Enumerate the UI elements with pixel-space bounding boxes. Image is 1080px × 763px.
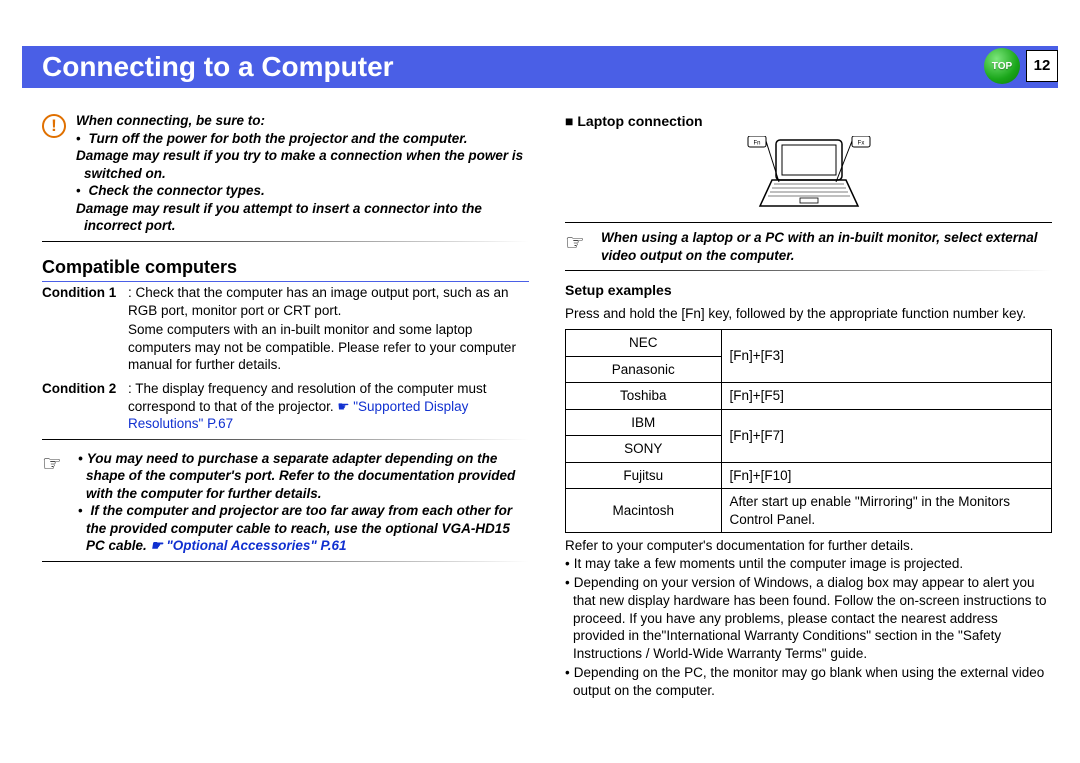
tip-item-1: You may need to purchase a separate adap… [86,450,529,503]
page-title: Connecting to a Computer [42,49,394,85]
caution-item-1: Turn off the power for both the projecto… [84,130,529,183]
setup-after: Refer to your computer's documentation f… [565,537,1052,555]
hand-point-icon: ☞ [42,450,70,555]
note-1: It may take a few moments until the comp… [573,555,1052,573]
page-number-box: 12 [1026,50,1058,82]
top-button[interactable]: TOP [984,48,1020,84]
compatible-heading: Compatible computers [42,256,529,282]
square-bullet-icon: ■ [565,113,577,129]
tip2-text: When using a laptop or a PC with an in-b… [601,229,1052,264]
brand-cell: Panasonic [566,356,722,383]
brand-cell: SONY [566,436,722,463]
condition-2: Condition 2 : The display frequency and … [42,380,529,433]
svg-text:Fn: Fn [753,141,760,147]
note-2: Depending on your version of Windows, a … [573,574,1052,662]
brand-cell: IBM [566,409,722,436]
condition-2-label: Condition 2 [42,380,128,433]
divider [42,241,529,242]
setup-table: NEC [Fn]+[F3] Panasonic Toshiba [Fn]+[F5… [565,329,1052,533]
pointer-icon: ☛ [151,538,167,553]
laptop-icon: Fn Fx [744,136,874,214]
caution-body: When connecting, be sure to: Turn off th… [76,112,529,235]
divider [42,561,529,562]
laptop-figure: Fn Fx [565,136,1052,214]
condition-1-body: : Check that the computer has an image o… [128,284,529,374]
tip-box-1: ☞ You may need to purchase a separate ad… [42,450,529,555]
pointer-icon: ☛ [337,399,353,414]
right-column: ■ Laptop connection Fn Fx [565,112,1052,743]
hand-point-icon: ☞ [565,229,593,264]
note-3: Depending on the PC, the monitor may go … [573,664,1052,699]
top-button-label: TOP [992,60,1012,73]
condition-1: Condition 1 : Check that the computer ha… [42,284,529,374]
setup-heading: Setup examples [565,281,1052,299]
key-cell: After start up enable "Mirroring" in the… [721,489,1051,533]
tip-box-2: ☞ When using a laptop or a PC with an in… [565,229,1052,264]
brand-cell: Toshiba [566,383,722,410]
table-row: Toshiba [Fn]+[F5] [566,383,1052,410]
condition-2-body: : The display frequency and resolution o… [128,380,529,433]
table-row: IBM [Fn]+[F7] [566,409,1052,436]
table-row: Macintosh After start up enable "Mirrori… [566,489,1052,533]
brand-cell: Macintosh [566,489,722,533]
divider [42,439,529,440]
tip-list: You may need to purchase a separate adap… [78,450,529,555]
left-column: ! When connecting, be sure to: Turn off … [42,112,529,743]
key-cell: [Fn]+[F7] [721,409,1051,462]
key-cell: [Fn]+[F5] [721,383,1051,410]
caution-list: Turn off the power for both the projecto… [76,130,529,235]
key-cell: [Fn]+[F3] [721,330,1051,383]
caution-box: ! When connecting, be sure to: Turn off … [42,112,529,235]
setup-notes: It may take a few moments until the comp… [565,555,1052,699]
caution-heading: When connecting, be sure to: [76,112,529,130]
caution-item-2: Check the connector types. Damage may re… [84,182,529,235]
tip-body: You may need to purchase a separate adap… [78,450,529,555]
svg-text:Fx: Fx [857,141,864,147]
optional-accessories-link[interactable]: "Optional Accessories" P.61 [166,538,346,553]
caution-icon: ! [42,114,66,138]
brand-cell: NEC [566,330,722,357]
divider [565,270,1052,271]
tip-item-2: If the computer and projector are too fa… [86,502,529,555]
page-number: 12 [1034,56,1051,76]
laptop-heading: ■ Laptop connection [565,112,1052,130]
divider [565,222,1052,223]
setup-intro: Press and hold the [Fn] key, followed by… [565,305,1052,323]
key-cell: [Fn]+[F10] [721,462,1051,489]
table-row: NEC [Fn]+[F3] [566,330,1052,357]
content-columns: ! When connecting, be sure to: Turn off … [42,112,1052,743]
title-bar: Connecting to a Computer [22,46,1058,88]
table-row: Fujitsu [Fn]+[F10] [566,462,1052,489]
condition-1-label: Condition 1 [42,284,128,374]
brand-cell: Fujitsu [566,462,722,489]
